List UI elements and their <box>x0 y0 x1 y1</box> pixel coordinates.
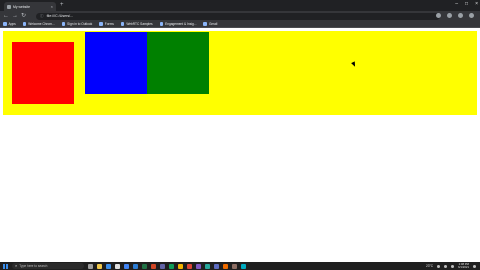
bookmark-favicon-icon <box>99 22 103 26</box>
extensions-icon[interactable] <box>447 13 452 18</box>
system-tray: 23°C 1:08 PM 6/1/2021 <box>426 262 476 270</box>
windows-taskbar: ⌕ Type here to search 23°C 1:08 PM 6/1/2… <box>0 262 480 270</box>
apps-grid-icon <box>3 22 7 26</box>
taskbar-apps <box>88 263 246 269</box>
network-icon[interactable] <box>437 264 441 268</box>
bookmark-favicon-icon <box>22 22 27 26</box>
bookmark-item[interactable]: Sign in to Outlook <box>61 22 93 26</box>
bookmark-label: Apps <box>8 22 16 26</box>
browser-tab[interactable]: My website × <box>4 2 56 11</box>
green-box <box>147 32 209 94</box>
close-window-icon[interactable]: × <box>475 1 478 7</box>
app-icon[interactable] <box>214 263 219 269</box>
bookmark-label: WebRTC Samples <box>126 22 153 26</box>
teams-icon[interactable] <box>160 263 165 269</box>
taskbar-clock[interactable]: 1:08 PM 6/1/2021 <box>458 262 469 270</box>
app-icon[interactable] <box>232 263 237 269</box>
taskbar-search[interactable]: ⌕ Type here to search <box>12 263 84 269</box>
window-controls: – □ × <box>455 1 478 7</box>
bookmark-favicon-icon <box>159 22 164 26</box>
bookmark-item[interactable]: Welcome Chrom... <box>22 22 55 26</box>
bookmark-label: Welcome Chrom... <box>28 22 55 26</box>
bookmark-star-icon[interactable] <box>436 13 441 18</box>
address-bar[interactable]: ⓘ file:///C:/Users/... <box>36 12 440 20</box>
volume-icon[interactable] <box>444 264 448 268</box>
mouse-cursor-icon <box>351 61 357 68</box>
store-icon[interactable] <box>115 263 120 269</box>
back-icon[interactable]: ← <box>3 12 9 20</box>
tab-title: My website <box>13 4 30 9</box>
search-icon: ⌕ <box>15 263 18 268</box>
browser-toolbar: ← → ↻ ⓘ file:///C:/Users/... <box>0 11 480 21</box>
bookmark-favicon-icon <box>120 22 125 26</box>
bookmark-item[interactable]: Engagement & Insig... <box>159 22 197 26</box>
red-box <box>12 42 74 104</box>
battery-icon[interactable] <box>451 264 455 268</box>
reload-icon[interactable]: ↻ <box>21 12 26 20</box>
address-url: file:///C:/Users/... <box>46 14 74 18</box>
weather-text[interactable]: 23°C <box>426 264 433 268</box>
toolbar-right-icons <box>436 13 474 18</box>
app-icon[interactable] <box>241 263 246 269</box>
forward-icon[interactable]: → <box>12 12 18 20</box>
chrome-icon[interactable] <box>124 263 129 269</box>
page-favicon-icon <box>7 4 11 9</box>
app-icon[interactable] <box>187 263 192 269</box>
app-icon[interactable] <box>205 263 210 269</box>
bookmark-item[interactable]: Gmail <box>203 22 217 26</box>
excel-icon[interactable] <box>142 263 147 269</box>
profile-avatar-icon[interactable] <box>458 13 463 18</box>
bookmark-favicon-icon <box>203 22 207 26</box>
bookmark-favicon-icon <box>61 22 66 26</box>
file-explorer-icon[interactable] <box>97 263 102 269</box>
minimize-icon[interactable]: – <box>455 1 458 7</box>
bookmarks-bar: Apps Welcome Chrom... Sign in to Outlook… <box>0 21 480 28</box>
app-icon[interactable] <box>169 263 174 269</box>
bookmark-item[interactable]: WebRTC Samples <box>120 22 153 26</box>
edge-icon[interactable] <box>106 263 111 269</box>
start-menu-icon[interactable] <box>3 263 8 269</box>
site-info-icon[interactable]: ⓘ <box>40 14 44 19</box>
app-icon[interactable] <box>178 263 183 269</box>
browser-tab-strip: My website × + – □ × <box>0 0 480 11</box>
maximize-icon[interactable]: □ <box>465 1 468 7</box>
notification-icon[interactable] <box>473 264 476 268</box>
yellow-container <box>3 31 477 115</box>
close-tab-icon[interactable]: × <box>51 4 53 9</box>
app-icon[interactable] <box>223 263 228 269</box>
bookmark-label: Gmail <box>208 22 218 26</box>
powerpoint-icon[interactable] <box>151 263 156 269</box>
bookmark-label: Forms <box>104 22 114 26</box>
bookmark-label: Sign in to Outlook <box>67 22 93 26</box>
task-view-icon[interactable] <box>88 263 93 269</box>
word-icon[interactable] <box>133 263 138 269</box>
clock-date: 6/1/2021 <box>458 265 469 270</box>
bookmark-label: Engagement & Insig... <box>165 22 197 26</box>
new-tab-button[interactable]: + <box>60 2 64 9</box>
bookmark-apps[interactable]: Apps <box>3 22 16 26</box>
blue-box <box>85 32 147 94</box>
page-viewport <box>0 29 480 262</box>
search-placeholder: Type here to search <box>19 264 48 268</box>
menu-icon[interactable] <box>469 13 474 18</box>
app-icon[interactable] <box>196 263 201 269</box>
bookmark-item[interactable]: Forms <box>99 22 114 26</box>
